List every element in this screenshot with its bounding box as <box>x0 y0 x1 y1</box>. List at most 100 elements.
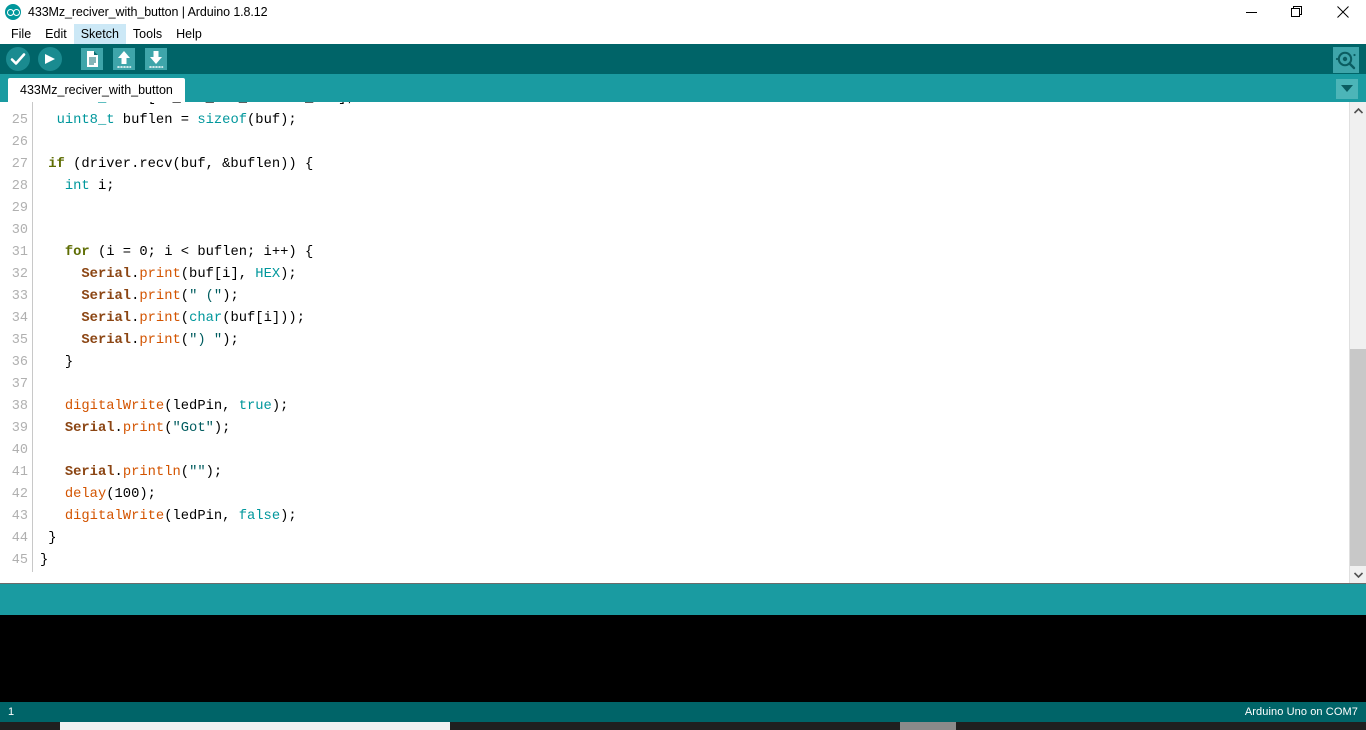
code-line[interactable]: uint8_t buf[RH_ASK_MAX_MESSAGE_LEN]; <box>40 102 1349 110</box>
code-token: (buf); <box>247 113 297 128</box>
code-token: ") " <box>189 333 223 348</box>
line-number: 30 <box>11 223 28 238</box>
code-line[interactable] <box>40 220 1349 242</box>
line-number: 29 <box>11 201 28 216</box>
code-token: delay <box>64 487 107 502</box>
code-token: print <box>122 421 165 436</box>
save-button[interactable] <box>142 45 170 73</box>
menu-item-file[interactable]: File <box>4 24 38 44</box>
menu-item-sketch[interactable]: Sketch <box>73 24 126 44</box>
code-line[interactable]: } <box>40 352 1349 374</box>
restore-icon[interactable] <box>1274 0 1320 24</box>
code-token: false <box>238 509 281 524</box>
code-line[interactable]: int i; <box>40 176 1349 198</box>
arduino-ide-window: 433Mz_reciver_with_button | Arduino 1.8.… <box>0 0 1366 730</box>
os-taskbar <box>0 722 1366 730</box>
scroll-down-chevron-down-icon[interactable] <box>1350 566 1366 583</box>
code-line[interactable]: Serial.print(" ("); <box>40 286 1349 308</box>
minimize-icon[interactable] <box>1228 0 1274 24</box>
code-line[interactable]: digitalWrite(ledPin, true); <box>40 396 1349 418</box>
line-number: 43 <box>11 509 28 524</box>
code-token: ( <box>180 333 190 348</box>
code-line[interactable]: } <box>40 528 1349 550</box>
code-token: Serial <box>81 289 132 304</box>
code-token: ( <box>164 421 173 436</box>
code-line[interactable] <box>40 198 1349 220</box>
sketch-tab[interactable]: 433Mz_reciver_with_button <box>8 78 185 102</box>
code-token: . <box>114 421 123 436</box>
code-token: HEX <box>255 267 281 282</box>
line-number: 26 <box>11 135 28 150</box>
code-line[interactable]: uint8_t buflen = sizeof(buf); <box>40 110 1349 132</box>
menu-item-edit[interactable]: Edit <box>38 24 74 44</box>
code-token: Serial <box>64 465 115 480</box>
line-number: 41 <box>11 465 28 480</box>
verify-button[interactable] <box>4 45 32 73</box>
code-line[interactable]: } <box>40 550 1349 572</box>
code-text[interactable]: uint8_t buf[RH_ASK_MAX_MESSAGE_LEN]; uin… <box>33 102 1349 572</box>
code-line[interactable]: delay(100); <box>40 484 1349 506</box>
code-line[interactable]: for (i = 0; i < buflen; i++) { <box>40 242 1349 264</box>
taskbar-right <box>956 722 1366 730</box>
line-number: 35 <box>11 333 28 348</box>
code-token: " (" <box>189 289 223 304</box>
open-button[interactable] <box>110 45 138 73</box>
code-line[interactable] <box>40 132 1349 154</box>
editor-vertical-scrollbar[interactable] <box>1349 102 1366 583</box>
console-output[interactable] <box>0 615 1366 702</box>
code-line[interactable]: Serial.print(buf[i], HEX); <box>40 264 1349 286</box>
scrollbar-thumb[interactable] <box>1350 349 1366 574</box>
code-token: ( <box>180 465 190 480</box>
upload-button[interactable] <box>36 45 64 73</box>
taskbar-item[interactable] <box>900 722 956 730</box>
code-token: } <box>40 355 74 370</box>
line-number: 45 <box>11 553 28 568</box>
code-token: print <box>139 311 181 326</box>
board-port-status: Arduino Uno on COM7 <box>1244 706 1358 718</box>
code-line[interactable] <box>40 440 1349 462</box>
code-line[interactable]: digitalWrite(ledPin, false); <box>40 506 1349 528</box>
line-number: 38 <box>11 399 28 414</box>
code-token: (driver.recv(buf, &buflen)) { <box>64 157 314 172</box>
code-token: uint8_t <box>56 113 115 128</box>
taskbar-mid <box>450 722 900 730</box>
code-line[interactable]: Serial.print(char(buf[i])); <box>40 308 1349 330</box>
line-number: 34 <box>11 311 28 326</box>
new-file-button[interactable] <box>78 45 106 73</box>
code-token: ); <box>222 333 239 348</box>
code-token: buflen = <box>114 113 198 128</box>
close-icon[interactable] <box>1320 0 1366 24</box>
cursor-line-number: 1 <box>8 706 15 718</box>
code-line[interactable]: Serial.println(""); <box>40 462 1349 484</box>
taskbar-active-window[interactable] <box>60 722 450 730</box>
menu-item-tools[interactable]: Tools <box>126 24 169 44</box>
line-number-gutter: 24 25 26 27 28 29 30 31 32 33 34 35 36 37 38 39 40 41 42 43… <box>0 102 33 572</box>
code-line[interactable] <box>40 374 1349 396</box>
code-token: ); <box>222 289 239 304</box>
code-line[interactable]: if (driver.recv(buf, &buflen)) { <box>40 154 1349 176</box>
code-line[interactable]: Serial.print("Got"); <box>40 418 1349 440</box>
scroll-up-chevron-up-icon[interactable] <box>1350 102 1366 119</box>
tab-menu-chevron-down-icon[interactable] <box>1336 79 1358 99</box>
code-line[interactable]: Serial.print(") "); <box>40 330 1349 352</box>
line-number: 44 <box>11 531 28 546</box>
line-number: 40 <box>11 443 28 458</box>
line-number: 24 <box>0 102 28 110</box>
code-token: print <box>139 267 181 282</box>
serial-monitor-button[interactable] <box>1332 46 1360 79</box>
code-viewport[interactable]: 24 25 26 27 28 29 30 31 32 33 34 35 36 37 38 39 40 41 42 43… <box>0 102 1349 583</box>
code-token: "" <box>189 465 206 480</box>
menu-bar: File Edit Sketch Tools Help <box>0 24 1366 44</box>
code-token: uint8_t <box>57 102 115 106</box>
menu-item-help[interactable]: Help <box>169 24 209 44</box>
tab-strip: 433Mz_reciver_with_button <box>0 76 1366 102</box>
line-number: 37 <box>11 377 28 392</box>
